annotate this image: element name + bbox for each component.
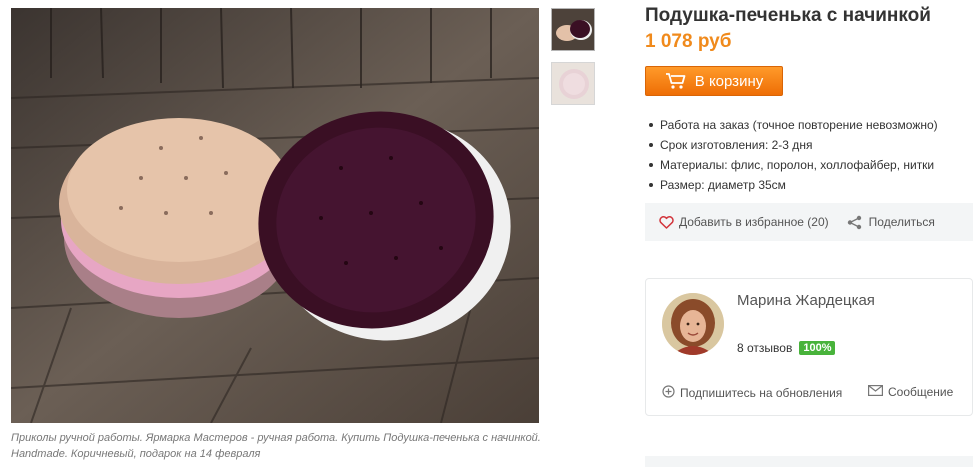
seller-name[interactable]: Марина Жардецкая <box>737 292 875 309</box>
feature-item: Срок изготовления: 2-3 дня <box>649 136 938 156</box>
next-section-strip <box>645 456 973 467</box>
message-link[interactable]: Сообщение <box>868 385 953 399</box>
feature-item: Размер: диаметр 35см <box>649 176 938 196</box>
seller-card: Марина Жардецкая 8 отзывов 100% Подпишит… <box>645 278 973 416</box>
reviews-count[interactable]: 8 отзывов <box>737 341 792 355</box>
feature-item: Работа на заказ (точное повторение невоз… <box>649 116 938 136</box>
envelope-icon <box>868 385 884 399</box>
rating-badge: 100% <box>799 341 836 355</box>
product-main-photo[interactable] <box>11 8 539 423</box>
product-price: 1 078 руб <box>645 31 732 52</box>
add-to-favorites-label: Добавить в избранное (20) <box>679 215 829 229</box>
seller-reviews: 8 отзывов 100% <box>737 341 836 355</box>
add-to-cart-label: В корзину <box>694 72 764 90</box>
share-label: Поделиться <box>868 215 935 229</box>
message-label: Сообщение <box>888 385 954 399</box>
subscribe-label: Подпишитесь на обновления <box>680 386 843 400</box>
plus-circle-icon <box>662 385 675 401</box>
thumbnail-chocolate-cookie[interactable] <box>551 8 595 51</box>
product-title: Подушка-печенька с начинкой <box>645 5 931 26</box>
share-icon <box>847 215 862 230</box>
add-to-favorites-link[interactable]: Добавить в избранное (20) <box>659 215 829 229</box>
product-actions-bar: Добавить в избранное (20) Поделиться <box>645 203 973 241</box>
add-to-cart-button[interactable]: В корзину <box>645 66 783 96</box>
product-features-list: Работа на заказ (точное повторение невоз… <box>649 116 938 196</box>
subscribe-link[interactable]: Подпишитесь на обновления <box>662 385 842 401</box>
heart-icon <box>659 215 674 229</box>
thumbnail-light-cookie[interactable] <box>551 62 595 105</box>
share-link[interactable]: Поделиться <box>847 215 935 230</box>
seller-avatar[interactable] <box>662 293 724 355</box>
cart-icon <box>665 72 687 90</box>
photo-caption: Приколы ручной работы. Ярмарка Мастеров … <box>11 432 541 460</box>
feature-item: Материалы: флис, поролон, холлофайбер, н… <box>649 156 938 176</box>
